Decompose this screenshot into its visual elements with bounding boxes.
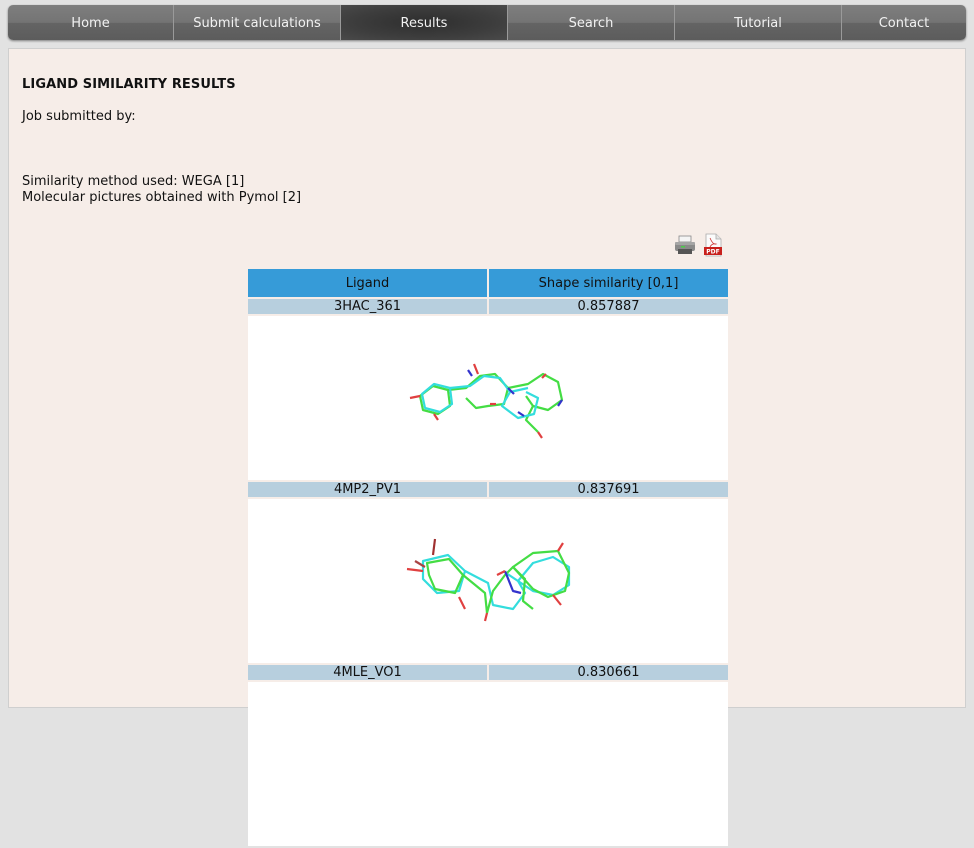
results-table: Ligand Shape similarity [0,1] 3HAC_361 0…	[246, 267, 730, 848]
table-image-row	[248, 316, 728, 480]
nav-submit-calculations[interactable]: Submit calculations	[174, 5, 341, 40]
table-row: 3HAC_361 0.857887	[248, 299, 728, 314]
ligand-name: 4MLE_VO1	[248, 665, 487, 680]
header-ligand[interactable]: Ligand	[248, 269, 487, 297]
nav-home[interactable]: Home	[8, 5, 174, 40]
table-image-row	[248, 499, 728, 663]
table-row: 4MLE_VO1 0.830661	[248, 665, 728, 680]
main-nav: Home Submit calculations Results Search …	[8, 5, 966, 40]
nav-tutorial[interactable]: Tutorial	[675, 5, 842, 40]
molecule-overlay-image	[406, 538, 571, 622]
similarity-value: 0.830661	[489, 665, 728, 680]
molecule-image-cell	[248, 682, 728, 846]
nav-search[interactable]: Search	[508, 5, 675, 40]
nav-contact[interactable]: Contact	[842, 5, 966, 40]
printer-icon[interactable]	[673, 233, 697, 257]
export-actions: PDF	[673, 233, 725, 257]
molecule-image-cell	[248, 499, 728, 663]
similarity-value: 0.837691	[489, 482, 728, 497]
pictures-credit: Molecular pictures obtained with Pymol […	[22, 190, 302, 205]
table-image-row	[248, 682, 728, 846]
content-panel: LIGAND SIMILARITY RESULTS Job submitted …	[8, 48, 966, 846]
molecule-image-cell	[248, 316, 728, 480]
table-header-row: Ligand Shape similarity [0,1]	[248, 269, 728, 297]
molecule-overlay-image	[409, 363, 564, 439]
similarity-value: 0.857887	[489, 299, 728, 314]
job-submitted-by: Job submitted by:	[22, 109, 136, 124]
similarity-method: Similarity method used: WEGA [1]	[22, 174, 245, 189]
ligand-name: 4MP2_PV1	[248, 482, 487, 497]
pdf-label: PDF	[706, 249, 719, 256]
nav-results[interactable]: Results	[341, 5, 508, 40]
header-shape-similarity[interactable]: Shape similarity [0,1]	[489, 269, 728, 297]
pdf-icon[interactable]: PDF	[701, 233, 725, 257]
table-row: 4MP2_PV1 0.837691	[248, 482, 728, 497]
page-title: LIGAND SIMILARITY RESULTS	[22, 77, 236, 92]
ligand-name: 3HAC_361	[248, 299, 487, 314]
